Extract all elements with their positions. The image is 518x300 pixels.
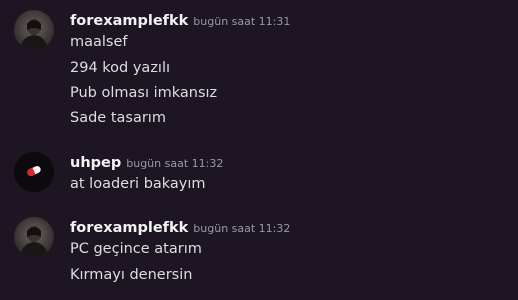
username[interactable]: uhpep [70, 155, 121, 171]
user-avatar[interactable] [14, 10, 54, 50]
message-text: Pub olması imkansız [70, 85, 218, 101]
user-avatar[interactable] [14, 217, 54, 257]
message-header: forexamplefkk bugün saat 11:32 [70, 216, 290, 238]
chat-message-list: forexamplefkk bugün saat 11:31 maalsef 29… [0, 0, 518, 300]
message-text: 294 kod yazılı [70, 60, 171, 76]
dark-figure-avatar-icon [14, 10, 54, 50]
message-group: forexamplefkk bugün saat 11:31 maalsef 29… [0, 9, 518, 139]
message-timestamp[interactable]: bugün saat 11:32 [193, 222, 290, 235]
pill-capsule-avatar-icon [14, 152, 54, 192]
message-text: Kırmayı denersin [70, 267, 193, 283]
dark-figure-avatar-icon [14, 217, 54, 257]
message-header: forexamplefkk bugün saat 11:31 [70, 9, 290, 31]
username[interactable]: forexamplefkk [70, 220, 188, 236]
message-text: at loaderi bakayım [70, 176, 206, 192]
message-text: PC geçince atarım [70, 241, 202, 257]
message-header: uhpep bugün saat 11:32 [70, 151, 223, 173]
message-group: uhpep bugün saat 11:32 at loaderi bakayım [0, 151, 518, 199]
message-text: Sade tasarım [70, 110, 166, 126]
user-avatar[interactable] [14, 152, 54, 192]
message-text: maalsef [70, 34, 128, 50]
message-timestamp[interactable]: bugün saat 11:31 [193, 15, 290, 28]
username[interactable]: forexamplefkk [70, 13, 188, 29]
message-timestamp[interactable]: bugün saat 11:32 [126, 157, 223, 170]
message-group: forexamplefkk bugün saat 11:32 PC geçince… [0, 216, 518, 291]
